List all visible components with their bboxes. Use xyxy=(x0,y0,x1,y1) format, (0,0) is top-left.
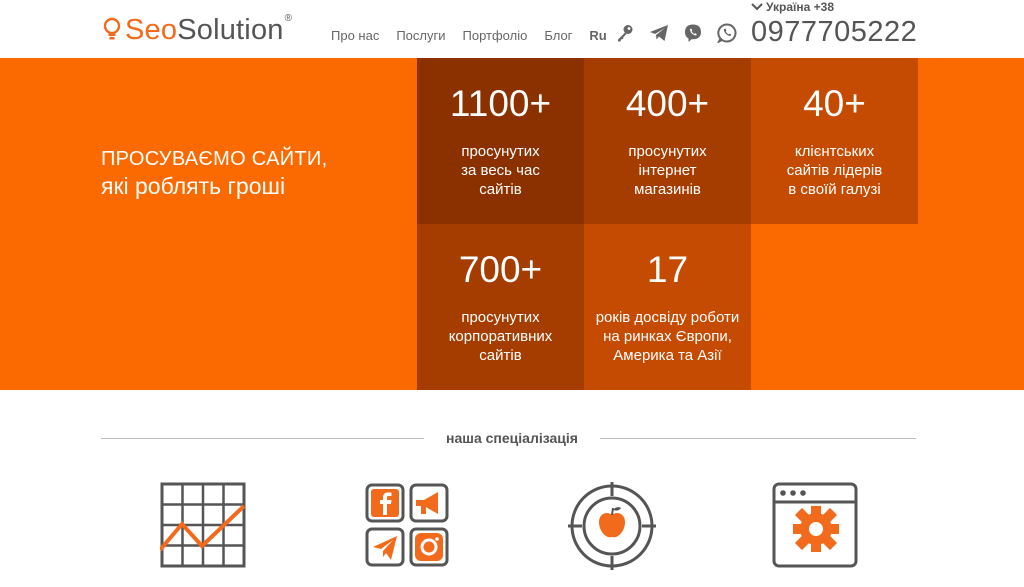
hero-title-line2: які роблять гроші xyxy=(101,173,286,199)
country-code-label: Україна +38 xyxy=(766,0,835,14)
stat-description: просунутих корпоративних сайтів xyxy=(448,309,553,364)
whatsapp-icon[interactable] xyxy=(716,22,738,44)
section-title: наша спеціалізація xyxy=(424,429,600,447)
hero-title-line1: ПРОСУВАЄМО САЙТИ, xyxy=(101,148,328,170)
stat-number: 40+ xyxy=(803,83,866,124)
main-nav: Про нас Послуги Портфоліо Блог Ru xyxy=(331,28,624,44)
chevron-down-icon xyxy=(751,0,763,14)
site-header: SeoSolution ® Про нас Послуги Портфоліо … xyxy=(0,0,1024,58)
stat-tile-sites: 1100+ просунутих за весь час сайтів xyxy=(417,58,584,224)
language-switch[interactable]: Ru xyxy=(589,28,606,44)
country-selector[interactable]: Україна +38 xyxy=(751,0,834,14)
lightbulb-icon xyxy=(101,16,123,44)
key-icon[interactable] xyxy=(614,22,636,44)
stat-description: просунутих інтернет магазинів xyxy=(628,143,707,198)
stat-number: 1100+ xyxy=(449,83,552,124)
web-dev-gear-icon[interactable] xyxy=(772,482,860,582)
stat-number: 400+ xyxy=(625,83,710,124)
stat-description: клієнтських сайтів лідерів в своїй галузі xyxy=(786,143,883,198)
nav-item-services[interactable]: Послуги xyxy=(396,28,445,44)
logo-text: SeoSolution xyxy=(125,14,284,46)
stat-tile-empty xyxy=(751,224,918,390)
logo-registered-mark: ® xyxy=(284,12,292,24)
stat-description: років досвіду роботи на ринках Європи, Аме… xyxy=(595,309,740,364)
seo-chart-icon[interactable] xyxy=(158,482,248,582)
nav-item-blog[interactable]: Блог xyxy=(544,28,572,44)
stat-tile-corporate: 700+ просунутих корпоративних сайтів xyxy=(417,224,584,390)
stat-number: 700+ xyxy=(458,249,543,290)
logo[interactable]: SeoSolution ® xyxy=(101,12,292,48)
nav-item-about[interactable]: Про нас xyxy=(331,28,379,44)
smm-icon[interactable] xyxy=(364,482,452,582)
nav-item-portfolio[interactable]: Портфоліо xyxy=(463,28,528,44)
social-links xyxy=(614,22,738,44)
stat-tile-leaders: 40+ клієнтських сайтів лідерів в своїй гал… xyxy=(751,58,918,224)
hero-title: ПРОСУВАЄМО САЙТИ, які роблять гроші xyxy=(101,146,327,200)
target-apple-icon[interactable] xyxy=(568,482,656,582)
stat-number: 17 xyxy=(646,249,689,290)
stat-tile-shops: 400+ просунутих інтернет магазинів xyxy=(584,58,751,224)
stat-description: просунутих за весь час сайтів xyxy=(461,143,540,198)
viber-icon[interactable] xyxy=(682,22,704,44)
phone-number[interactable]: 0977705222 xyxy=(751,14,917,50)
telegram-icon[interactable] xyxy=(648,22,670,44)
stat-tile-experience: 17 років досвіду роботи на ринках Європи,… xyxy=(584,224,751,390)
